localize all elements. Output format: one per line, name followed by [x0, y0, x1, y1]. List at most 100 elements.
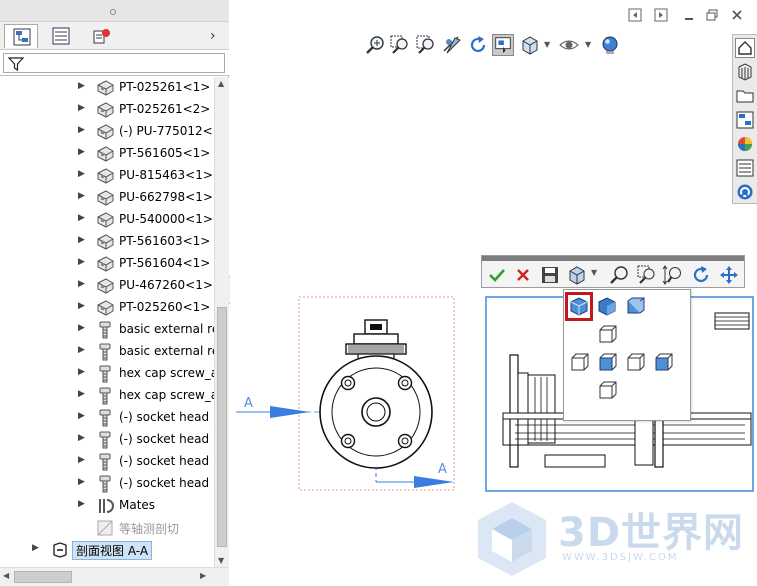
- expand-arrow-icon[interactable]: ▶: [78, 169, 85, 179]
- custom-properties-icon[interactable]: [735, 158, 755, 178]
- expand-arrow-icon[interactable]: ▶: [78, 367, 85, 377]
- tree-item[interactable]: ▶ PT-561604<1> (: [0, 253, 214, 275]
- tree-item[interactable]: ▶ PU-662798<1>: [0, 187, 214, 209]
- tree-item[interactable]: ▶ (-) socket head: [0, 407, 214, 429]
- display-style-dropdown-icon[interactable]: ▼: [544, 40, 550, 49]
- trimetric-view-icon[interactable]: [596, 295, 618, 317]
- file-explorer-icon[interactable]: [735, 86, 755, 106]
- tree-item[interactable]: ▶ basic external re: [0, 341, 214, 363]
- top-view-icon[interactable]: [596, 323, 618, 345]
- dimetric-view-icon[interactable]: [624, 295, 646, 317]
- zoom-to-fit-icon[interactable]: [364, 34, 386, 56]
- expand-arrow-icon[interactable]: ▶: [78, 125, 85, 135]
- tree-item[interactable]: ▶ hex cap screw_a: [0, 363, 214, 385]
- tree-item[interactable]: ▶ PT-561603<1> -: [0, 231, 214, 253]
- expand-arrow-icon[interactable]: ▶: [78, 455, 85, 465]
- tree-item[interactable]: ▶ (-) socket head: [0, 451, 214, 473]
- scroll-up-arrow-icon[interactable]: ▲: [218, 79, 224, 88]
- scroll-down-arrow-icon[interactable]: ▼: [218, 556, 224, 565]
- expand-arrow-icon[interactable]: ▶: [78, 235, 85, 245]
- appearance-icon[interactable]: [599, 34, 621, 56]
- display-style-icon[interactable]: [519, 34, 541, 56]
- tree-item[interactable]: ▶ basic external re: [0, 319, 214, 341]
- expand-arrow-icon[interactable]: ▶: [78, 81, 85, 91]
- scroll-left-arrow-icon[interactable]: ◀: [3, 571, 9, 580]
- design-library-icon[interactable]: [735, 62, 755, 82]
- scroll-right-arrow-icon[interactable]: ▶: [200, 571, 206, 580]
- expand-arrow-icon[interactable]: ▶: [78, 257, 85, 267]
- restore-panel-right-icon[interactable]: [654, 8, 668, 22]
- expand-arrow-icon[interactable]: ▶: [78, 323, 85, 333]
- left-view-icon[interactable]: [568, 351, 590, 373]
- view-palette-icon[interactable]: [735, 110, 755, 130]
- right-view-icon[interactable]: [624, 351, 646, 373]
- tree-item[interactable]: ▶ PU-815463<1>: [0, 165, 214, 187]
- expand-arrow-icon[interactable]: ▶: [78, 345, 85, 355]
- expand-arrow-icon[interactable]: ▶: [32, 543, 39, 553]
- expand-arrow-icon[interactable]: ▶: [78, 147, 85, 157]
- zoom-to-area-icon[interactable]: [389, 34, 411, 56]
- expand-arrow-icon[interactable]: ▶: [78, 477, 85, 487]
- tree-filter-input[interactable]: [3, 53, 225, 73]
- previous-view-icon[interactable]: [415, 34, 437, 56]
- expand-arrow-icon[interactable]: ▶: [78, 389, 85, 399]
- tree-item[interactable]: ▶ PT-025261<1> (: [0, 77, 214, 99]
- expand-arrow-icon[interactable]: ▶: [78, 279, 85, 289]
- minimize-icon[interactable]: [682, 8, 696, 22]
- save-view-icon[interactable]: [539, 264, 561, 286]
- tree-item[interactable]: ▶ PT-025260<1> (: [0, 297, 214, 319]
- featuremanager-tab[interactable]: [4, 24, 38, 48]
- home-tab-icon[interactable]: [735, 38, 755, 58]
- tree-item[interactable]: ▶ (-) PU-775012<1: [0, 121, 214, 143]
- tree-item[interactable]: ▶ hex cap screw_a: [0, 385, 214, 407]
- panel-grip[interactable]: [0, 0, 229, 22]
- expand-arrow-icon[interactable]: ▶: [78, 499, 85, 509]
- pan-icon[interactable]: [718, 264, 740, 286]
- ok-check-icon[interactable]: [486, 264, 508, 286]
- zoom-to-fit-icon[interactable]: [608, 264, 630, 286]
- section-view-icon[interactable]: [441, 34, 463, 56]
- expand-arrow-icon[interactable]: ▶: [78, 301, 85, 311]
- tree-item[interactable]: ▶ Mates: [0, 495, 214, 517]
- zoom-to-area-icon[interactable]: [636, 264, 658, 286]
- propertymanager-tab[interactable]: [44, 24, 78, 48]
- expand-arrow-icon[interactable]: ▶: [78, 191, 85, 201]
- expand-arrow-icon[interactable]: ▶: [78, 213, 85, 223]
- tree-item[interactable]: ▶ PU-540000<1>: [0, 209, 214, 231]
- back-view-icon[interactable]: [652, 351, 674, 373]
- restore-panel-left-icon[interactable]: [628, 8, 642, 22]
- tree-item[interactable]: ▶ (-) socket head: [0, 429, 214, 451]
- configurationmanager-tab[interactable]: [84, 24, 118, 48]
- view-orientation-active-icon[interactable]: [492, 34, 514, 56]
- graphics-area[interactable]: ▼ ▼ A A ▼ 3D世界网 WWW.3DSJW.COM: [230, 0, 757, 586]
- restore-icon[interactable]: [705, 8, 719, 22]
- front-view-drawing[interactable]: [230, 290, 470, 500]
- vertical-scroll-thumb[interactable]: [217, 307, 227, 547]
- hide-show-items-icon[interactable]: [558, 34, 580, 56]
- tree-item[interactable]: ▶ PU-467260<1>: [0, 275, 214, 297]
- view-orientation-icon[interactable]: [566, 264, 588, 286]
- appearances-icon[interactable]: [735, 134, 755, 154]
- tree-item-section-view[interactable]: ▶ 剖面视图 A-A: [0, 539, 214, 561]
- rotate-view-icon[interactable]: [467, 34, 489, 56]
- expand-arrow-icon[interactable]: ▶: [78, 411, 85, 421]
- tree-item[interactable]: ▶ PT-025261<2> (: [0, 99, 214, 121]
- solidworks-forum-icon[interactable]: [735, 182, 755, 202]
- isometric-view-icon[interactable]: [568, 295, 590, 317]
- tabs-scroll-right-icon[interactable]: ›: [210, 27, 224, 45]
- tree-item[interactable]: ▶ PT-561605<1> (: [0, 143, 214, 165]
- rotate-icon[interactable]: [690, 264, 712, 286]
- expand-arrow-icon[interactable]: ▶: [78, 103, 85, 113]
- tree-item[interactable]: ▶ (-) socket head: [0, 473, 214, 495]
- tree-vertical-scrollbar[interactable]: ▲ ▼: [214, 77, 229, 567]
- hide-show-dropdown-icon[interactable]: ▼: [585, 40, 591, 49]
- tree-item[interactable]: 等轴测剖切: [0, 517, 214, 539]
- view-orientation-dropdown-icon[interactable]: ▼: [591, 268, 597, 277]
- front-view-icon[interactable]: [596, 351, 618, 373]
- expand-arrow-icon[interactable]: ▶: [78, 433, 85, 443]
- cancel-x-icon[interactable]: [512, 264, 534, 286]
- horizontal-scroll-thumb[interactable]: [14, 571, 72, 583]
- tree-horizontal-scrollbar[interactable]: ◀ ▶: [0, 567, 229, 586]
- bottom-view-icon[interactable]: [596, 379, 618, 401]
- zoom-in-out-icon[interactable]: [662, 264, 684, 286]
